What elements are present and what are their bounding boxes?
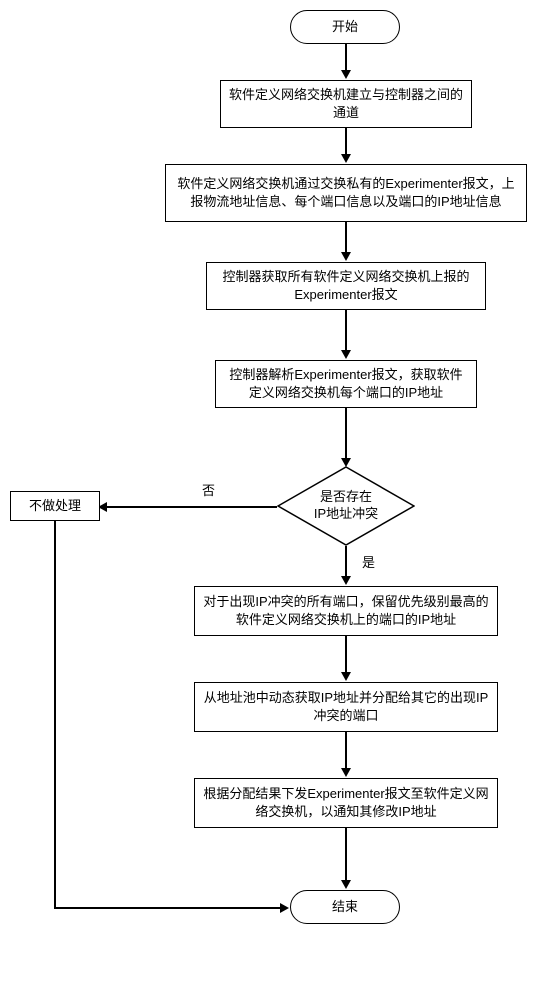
arrowhead xyxy=(341,576,351,585)
node-text: 软件定义网络交换机通过交换私有的Experimenter报文，上报物流地址信息、… xyxy=(174,175,518,211)
process-node: 根据分配结果下发Experimenter报文至软件定义网络交换机，以通知其修改I… xyxy=(194,778,498,828)
node-text: 控制器获取所有软件定义网络交换机上报的Experimenter报文 xyxy=(215,268,477,304)
node-text: 控制器解析Experimenter报文，获取软件定义网络交换机每个端口的IP地址 xyxy=(224,366,468,402)
process-node: 软件定义网络交换机建立与控制器之间的通道 xyxy=(220,80,472,128)
arrowhead xyxy=(341,768,351,777)
edge xyxy=(105,506,277,508)
end-node: 结束 xyxy=(290,890,400,924)
arrowhead xyxy=(341,252,351,261)
start-node: 开始 xyxy=(290,10,400,44)
edge xyxy=(345,310,347,352)
edge xyxy=(54,907,282,909)
process-node: 控制器获取所有软件定义网络交换机上报的Experimenter报文 xyxy=(206,262,486,310)
node-text: 软件定义网络交换机建立与控制器之间的通道 xyxy=(229,86,463,122)
arrowhead xyxy=(341,154,351,163)
flowchart-container: 开始 软件定义网络交换机建立与控制器之间的通道 软件定义网络交换机通过交换私有的… xyxy=(10,10,528,990)
edge-label-yes: 是 xyxy=(362,552,375,571)
decision-text: 是否存在IP地址冲突 xyxy=(314,489,378,523)
process-node: 控制器解析Experimenter报文，获取软件定义网络交换机每个端口的IP地址 xyxy=(215,360,477,408)
node-text: 根据分配结果下发Experimenter报文至软件定义网络交换机，以通知其修改I… xyxy=(203,785,489,821)
edge xyxy=(345,44,347,72)
edge xyxy=(345,732,347,770)
edge xyxy=(345,128,347,156)
node-text: 不做处理 xyxy=(29,497,81,515)
arrowhead xyxy=(341,880,351,889)
arrowhead xyxy=(280,903,289,913)
edge xyxy=(345,408,347,460)
edge xyxy=(345,828,347,882)
process-node: 从地址池中动态获取IP地址并分配给其它的出现IP冲突的端口 xyxy=(194,682,498,732)
arrowhead xyxy=(341,70,351,79)
arrowhead xyxy=(341,350,351,359)
edge xyxy=(345,636,347,674)
arrowhead xyxy=(341,672,351,681)
edge xyxy=(345,546,347,578)
decision-node: 是否存在IP地址冲突 xyxy=(277,466,415,546)
start-label: 开始 xyxy=(332,18,358,36)
edge xyxy=(345,222,347,254)
edge xyxy=(54,521,56,907)
process-node: 软件定义网络交换机通过交换私有的Experimenter报文，上报物流地址信息、… xyxy=(165,164,527,222)
node-text: 对于出现IP冲突的所有端口，保留优先级别最高的软件定义网络交换机上的端口的IP地… xyxy=(203,593,489,629)
end-label: 结束 xyxy=(332,898,358,916)
process-node-noop: 不做处理 xyxy=(10,491,100,521)
edge-label-no: 否 xyxy=(202,480,215,499)
node-text: 从地址池中动态获取IP地址并分配给其它的出现IP冲突的端口 xyxy=(203,689,489,725)
process-node: 对于出现IP冲突的所有端口，保留优先级别最高的软件定义网络交换机上的端口的IP地… xyxy=(194,586,498,636)
